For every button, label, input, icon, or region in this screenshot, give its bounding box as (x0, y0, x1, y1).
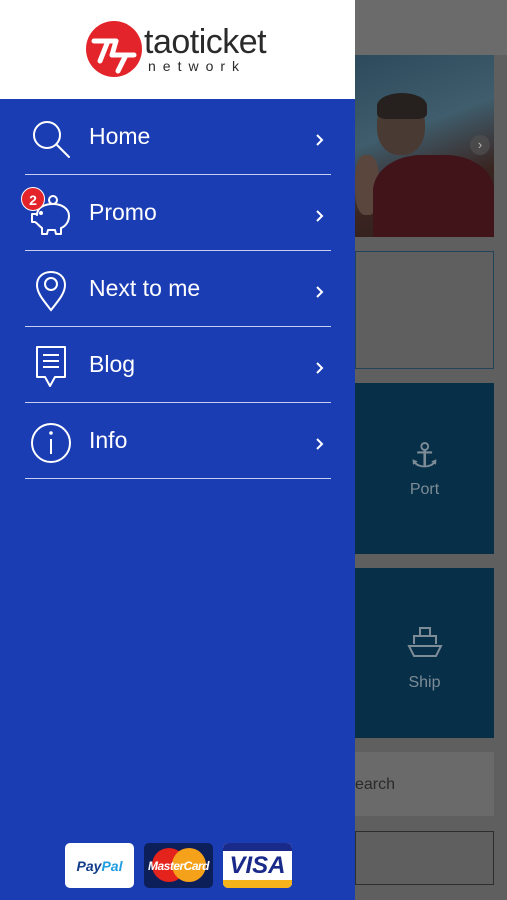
brand-logo[interactable]: taoticket network (86, 19, 276, 81)
menu-item-home[interactable]: Home (25, 99, 331, 175)
visa-logo: VISA (223, 843, 292, 888)
menu-item-promo[interactable]: 2 Promo (21, 175, 331, 251)
search-icon (29, 117, 73, 161)
chevron-right-icon (315, 285, 325, 299)
promo-count-badge: 2 (21, 187, 45, 211)
info-icon (29, 421, 73, 465)
port-tile[interactable]: ⚓ Port (355, 383, 494, 554)
menu-item-info-label: Info (89, 427, 128, 453)
drawer-menu: Home 2 Promo Next to me Blog Info (21, 99, 331, 479)
menu-item-next-to-me-label: Next to me (89, 275, 201, 301)
menu-item-promo-label: Promo (89, 199, 157, 225)
background-search-label: earch (355, 776, 396, 793)
drawer-header: taoticket network (0, 0, 355, 99)
mastercard-logo-text: MasterCard (147, 858, 210, 873)
brand-logo-mark-icon (86, 21, 142, 77)
background-input[interactable] (355, 831, 494, 885)
visa-logo-text: VISA (229, 851, 286, 879)
brand-subtitle: network (148, 58, 247, 74)
menu-item-home-label: Home (89, 123, 151, 149)
mastercard-logo: MasterCard (144, 843, 213, 888)
paypal-logo-pal: Pal (101, 857, 123, 874)
ship-icon (355, 624, 494, 666)
background-search-button[interactable]: earch (355, 752, 494, 816)
paypal-logo: Pay Pal (65, 843, 134, 888)
blog-document-icon (29, 345, 73, 389)
menu-item-blog[interactable]: Blog (25, 327, 331, 403)
port-tile-label: Port (409, 481, 440, 498)
ship-tile[interactable]: Ship (355, 568, 494, 738)
carousel-next-icon[interactable]: › (470, 135, 490, 155)
navigation-drawer: taoticket network Home 2 Promo Next to m… (0, 0, 355, 900)
chevron-right-icon (315, 209, 325, 223)
menu-item-blog-label: Blog (89, 351, 136, 377)
paypal-logo-pay: Pay (76, 857, 102, 874)
chevron-right-icon (315, 361, 325, 375)
brand-name: taoticket (144, 23, 267, 61)
anchor-icon: ⚓ (409, 436, 440, 476)
payment-methods: Pay Pal MasterCard VISA (65, 843, 293, 889)
menu-item-info[interactable]: Info (25, 403, 331, 479)
chevron-right-icon (315, 133, 325, 147)
background-card (355, 251, 494, 369)
ship-tile-label: Ship (408, 674, 441, 691)
chevron-right-icon (315, 437, 325, 451)
hero-carousel-image[interactable]: › (355, 55, 494, 237)
location-pin-icon (29, 269, 73, 313)
background-topbar (355, 0, 507, 55)
menu-item-next-to-me[interactable]: Next to me (25, 251, 331, 327)
